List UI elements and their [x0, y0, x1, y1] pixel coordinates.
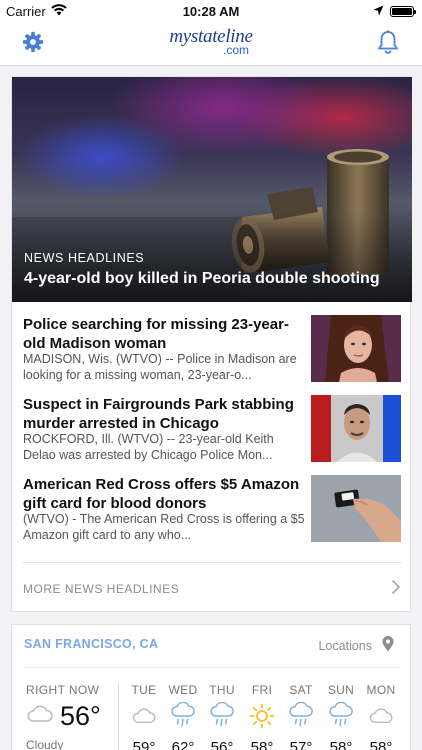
hero-kicker: NEWS HEADLINES [24, 251, 145, 265]
current-temp: 56° [60, 701, 101, 731]
nav-bar: mystateline .com [0, 22, 422, 66]
story-title: Police searching for missing 23-year-old… [23, 316, 289, 352]
cloud-icon [361, 701, 401, 731]
more-news-label: MORE NEWS HEADLINES [23, 582, 180, 596]
hero-story[interactable]: NEWS HEADLINES 4-year-old boy killed in … [12, 77, 412, 302]
forecast-day-name: FRI [251, 683, 273, 697]
current-condition: Cloudy [26, 738, 64, 750]
current-row: 56° [26, 701, 120, 732]
story-item[interactable]: American Red Cross offers $5 Amazon gift… [23, 475, 401, 543]
forecast-day-temp: 58° [369, 739, 393, 750]
forecast-day-temp: 58° [250, 739, 274, 750]
story-desc: MADISON, Wis. (WTVO) -- Police in Madiso… [23, 352, 297, 382]
status-bar: Carrier 10:28 AM [0, 0, 422, 22]
story-thumbnail [311, 315, 401, 382]
bell-icon [377, 30, 399, 59]
story-item[interactable]: Police searching for missing 23-year-old… [23, 315, 401, 383]
more-news-headlines-row[interactable]: MORE NEWS HEADLINES [23, 562, 401, 612]
forecast-day-temp: 62° [171, 739, 195, 750]
forecast-day[interactable]: TUE 59° [124, 683, 164, 750]
weather-card: SAN FRANCISCO, CA Locations RIGHT NOW 56… [11, 624, 411, 750]
weather-location[interactable]: SAN FRANCISCO, CA [24, 637, 158, 651]
story-title: Suspect in Fairgrounds Park stabbing mur… [23, 396, 294, 432]
chevron-right-icon [391, 579, 401, 600]
forecast-day-name: THU [209, 683, 235, 697]
status-right [373, 4, 416, 19]
locations-button[interactable]: Locations [318, 636, 394, 655]
forecast-day[interactable]: SUN 58° [321, 683, 361, 750]
notifications-button[interactable] [374, 30, 402, 58]
hero-title: 4-year-old boy killed in Peoria double s… [24, 270, 380, 287]
forecast-separator [118, 683, 119, 750]
forecast-day[interactable]: SAT 57° [281, 683, 321, 750]
story-desc: (WTVO) - The American Red Cross is offer… [23, 512, 305, 542]
story-item[interactable]: Suspect in Fairgrounds Park stabbing mur… [23, 395, 401, 463]
story-thumbnail [311, 395, 401, 462]
location-arrow-icon [373, 4, 384, 19]
story-thumbnail [311, 475, 401, 542]
forecast-day-name: WED [168, 683, 198, 697]
forecast-day-name: MON [366, 683, 396, 697]
locations-label: Locations [318, 638, 372, 653]
forecast-day-temp: 59° [132, 739, 156, 750]
sun-icon [242, 701, 282, 731]
forecast-day-name: TUE [131, 683, 157, 697]
current-label: RIGHT NOW [26, 683, 100, 697]
current-weather: RIGHT NOW 56° Cloudy [26, 683, 120, 750]
logo-sub-text: .com [222, 43, 249, 57]
forecast-day[interactable]: WED 62° [163, 683, 203, 750]
cloud-icon [124, 701, 164, 731]
rain-icon [321, 701, 361, 731]
weather-divider [24, 667, 400, 668]
story-title: American Red Cross offers $5 Amazon gift… [23, 476, 300, 512]
news-card: NEWS HEADLINES 4-year-old boy killed in … [11, 76, 412, 612]
forecast-day-temp: 57° [289, 739, 313, 750]
rain-icon [281, 701, 321, 731]
map-pin-icon [382, 636, 394, 655]
story-desc: ROCKFORD, Ill. (WTVO) -- 23-year-old Kei… [23, 432, 274, 462]
forecast-day[interactable]: FRI 58° [242, 683, 282, 750]
forecast-day-name: SUN [327, 683, 355, 697]
app-logo: mystateline .com [0, 26, 422, 57]
rain-icon [202, 701, 242, 731]
battery-icon [390, 6, 416, 17]
rain-icon [163, 701, 203, 731]
forecast-day-temp: 58° [329, 739, 353, 750]
cloud-icon [26, 704, 54, 729]
status-time: 10:28 AM [182, 4, 240, 19]
forecast-day-temp: 56° [210, 739, 234, 750]
forecast-day[interactable]: MON 58° [361, 683, 401, 750]
forecast-day[interactable]: THU 56° [202, 683, 242, 750]
forecast-day-name: SAT [289, 683, 313, 697]
battery-fill [392, 8, 412, 15]
